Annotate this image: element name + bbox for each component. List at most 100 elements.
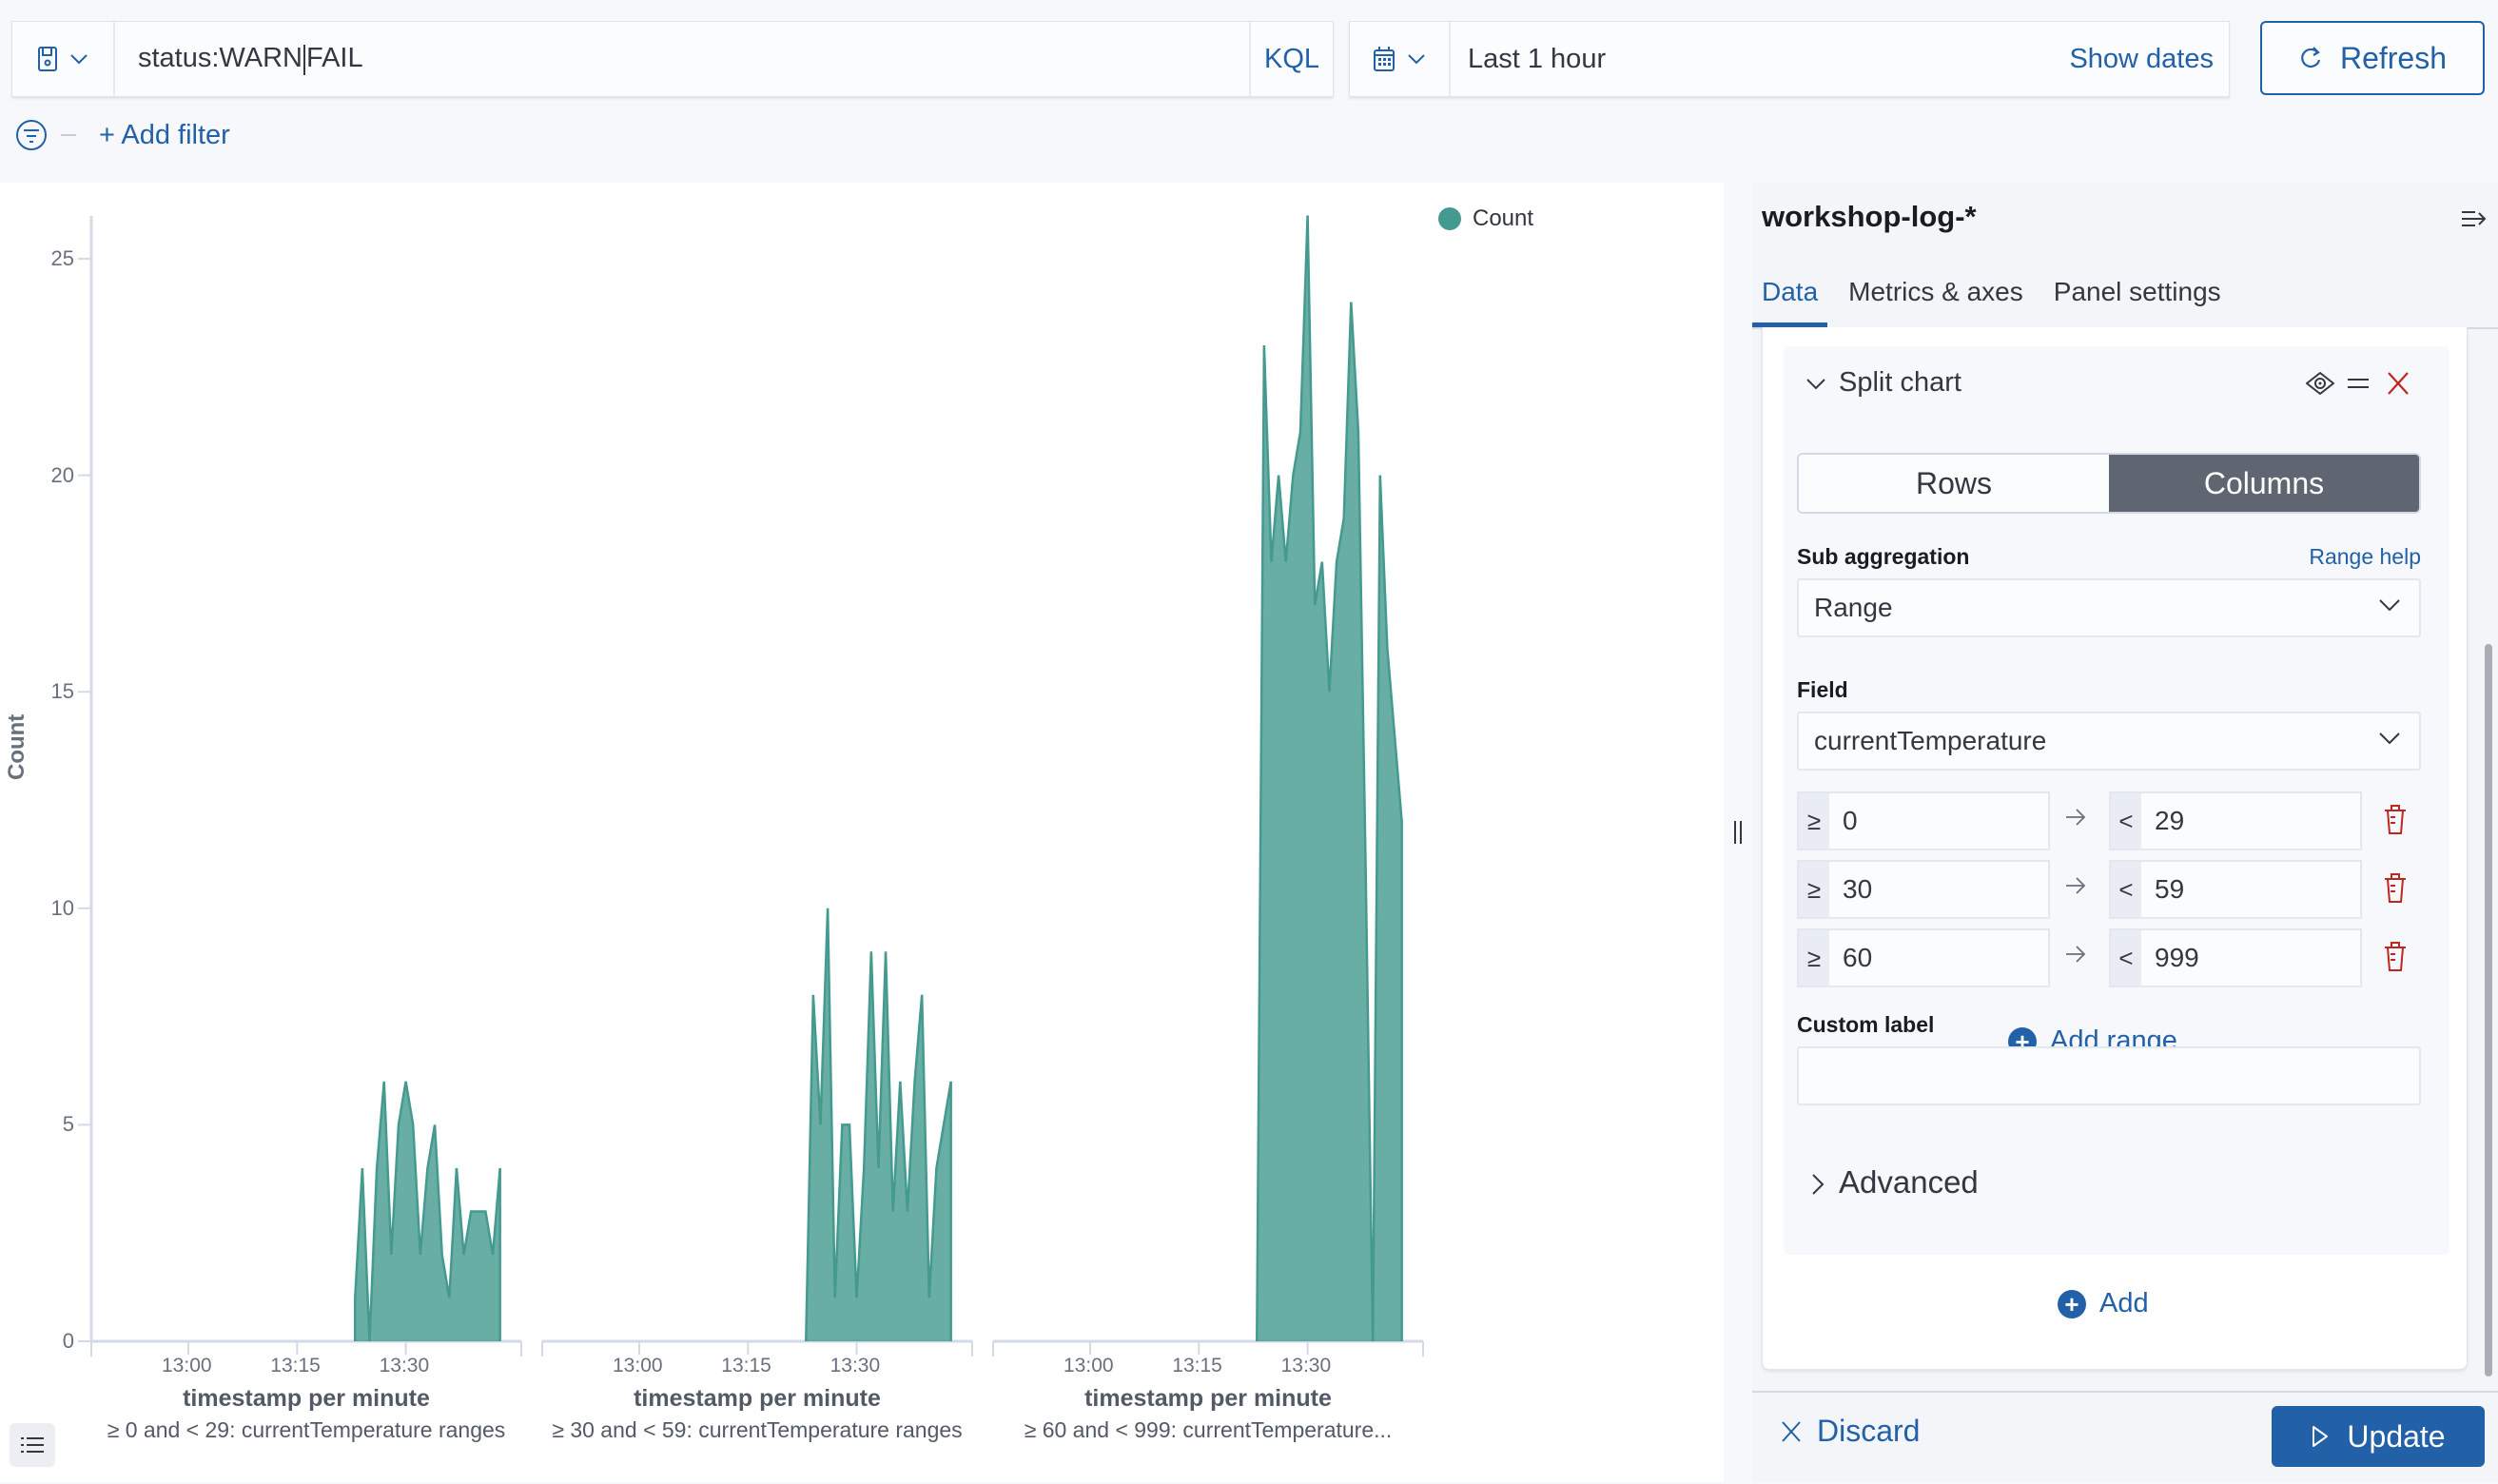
toggle-legend-button[interactable]: [10, 1423, 55, 1467]
from-operator: ≥: [1799, 793, 1829, 849]
x-axis-title: timestamp per minute: [634, 1385, 881, 1413]
field-select[interactable]: currentTemperature: [1797, 712, 2421, 771]
rows-option[interactable]: Rows: [1799, 455, 2109, 512]
grab-icon[interactable]: [2347, 375, 2370, 392]
panel-resize-handle[interactable]: [1724, 183, 1752, 1482]
index-pattern-title: workshop-log-*: [1762, 200, 1977, 234]
update-button[interactable]: Update: [2272, 1406, 2485, 1467]
add-label: Add: [2099, 1288, 2149, 1319]
sub-aggregation-select[interactable]: Range: [1797, 578, 2421, 637]
sidebar-scrollbar[interactable]: [2485, 644, 2492, 1377]
range-to-field[interactable]: <29: [2109, 791, 2362, 850]
split-mode-toggle: Rows Columns: [1797, 453, 2421, 514]
chevron-down-icon: [69, 53, 88, 65]
arrow-right-icon: [2063, 873, 2088, 898]
from-operator: ≥: [1799, 862, 1829, 917]
chevron-right-icon[interactable]: [1810, 1172, 1825, 1197]
arrow-right-icon: [2063, 805, 2088, 830]
chart-legend[interactable]: Count: [1438, 205, 1533, 232]
list-icon: [21, 1435, 44, 1455]
chevron-down-icon[interactable]: [1805, 377, 1827, 392]
legend-color-dot: [1438, 207, 1461, 230]
area-chart: [0, 183, 1724, 1482]
refresh-icon: [2298, 45, 2323, 71]
x-tick-label: 13:15: [270, 1355, 321, 1377]
data-panel: Split chart Rows Columns Sub aggregation…: [1762, 327, 2468, 1370]
discard-button[interactable]: Discard: [1781, 1414, 1920, 1449]
x-tick-label: 13:15: [1172, 1355, 1222, 1377]
y-tick-label: 10: [27, 896, 74, 921]
range-to-value: 29: [2141, 806, 2184, 836]
x-tick-label: 13:30: [830, 1355, 881, 1377]
to-operator: <: [2111, 862, 2141, 917]
calendar-icon: [1373, 46, 1395, 72]
time-range-label[interactable]: Last 1 hour: [1451, 44, 2069, 75]
add-filter-button[interactable]: + Add filter: [99, 120, 230, 151]
x-tick-label: 13:00: [1064, 1355, 1114, 1377]
split-panel-label: ≥ 0 and < 29: currentTemperature ranges: [88, 1417, 525, 1443]
plus-in-circle-icon: +: [2058, 1290, 2086, 1318]
save-icon: [37, 46, 58, 72]
split-panel-label: ≥ 60 and < 999: currentTemperature...: [989, 1417, 1427, 1443]
show-dates-link[interactable]: Show dates: [2069, 44, 2229, 75]
refresh-label: Refresh: [2340, 41, 2447, 76]
arrow-right-icon: [2063, 942, 2088, 967]
cross-icon[interactable]: [2387, 371, 2410, 396]
advanced-toggle[interactable]: Advanced: [1839, 1164, 1979, 1201]
play-icon: [2311, 1424, 2330, 1449]
range-to-value: 59: [2141, 874, 2184, 905]
range-row: ≥30 <59: [1797, 860, 2421, 919]
menu-collapse-icon[interactable]: [2460, 207, 2488, 230]
saved-query-button[interactable]: [12, 22, 115, 96]
to-operator: <: [2111, 930, 2141, 986]
x-tick-label: 13:30: [380, 1355, 430, 1377]
to-operator: <: [2111, 793, 2141, 849]
editor-tabs: Data Metrics & axes Panel settings: [1752, 268, 2498, 329]
range-to-field[interactable]: <999: [2109, 928, 2362, 987]
refresh-button[interactable]: Refresh: [2260, 21, 2485, 95]
range-row: ≥60 <999: [1797, 928, 2421, 987]
range-from-field[interactable]: ≥0: [1797, 791, 2050, 850]
text-cursor: [303, 45, 305, 75]
sidebar-footer: Discard Update: [1752, 1391, 2498, 1484]
range-to-value: 999: [2141, 943, 2199, 973]
range-from-value: 60: [1829, 943, 1872, 973]
y-tick-label: 0: [27, 1329, 74, 1354]
tab-panel-settings[interactable]: Panel settings: [2044, 268, 2231, 327]
query-bar: status:WARNFAIL KQL: [11, 21, 1334, 97]
x-tick-label: 13:00: [613, 1355, 663, 1377]
range-from-value: 0: [1829, 806, 1858, 836]
query-language-button[interactable]: KQL: [1249, 22, 1333, 96]
query-text-after-cursor: FAIL: [306, 43, 363, 73]
quick-menu-button[interactable]: [1350, 22, 1451, 96]
trash-icon[interactable]: [2383, 873, 2408, 904]
eye-icon[interactable]: [2305, 371, 2335, 396]
chevron-down-icon: [2377, 597, 2402, 613]
trash-icon[interactable]: [2383, 942, 2408, 972]
y-tick-label: 20: [27, 463, 74, 488]
tab-data[interactable]: Data: [1752, 268, 1827, 327]
area-series-count: [1257, 215, 1401, 1341]
query-input[interactable]: status:WARNFAIL: [115, 43, 1249, 74]
filter-icon[interactable]: [15, 119, 48, 151]
add-aggregation-button[interactable]: + Add: [2058, 1288, 2149, 1319]
field-label: Field: [1797, 677, 1848, 703]
columns-option[interactable]: Columns: [2109, 455, 2419, 512]
range-from-field[interactable]: ≥60: [1797, 928, 2050, 987]
range-to-field[interactable]: <59: [2109, 860, 2362, 919]
split-chart-title[interactable]: Split chart: [1839, 367, 1961, 399]
x-tick-label: 13:30: [1281, 1355, 1332, 1377]
y-axis-title: Count: [4, 714, 30, 780]
x-tick-label: 13:00: [162, 1355, 212, 1377]
sub-aggregation-value: Range: [1814, 593, 1893, 623]
range-from-value: 30: [1829, 874, 1872, 905]
range-help-link[interactable]: Range help: [2309, 544, 2421, 570]
custom-label-input[interactable]: [1797, 1046, 2421, 1105]
editor-sidebar: workshop-log-* Data Metrics & axes Panel…: [1752, 183, 2498, 1482]
tab-metrics-axes[interactable]: Metrics & axes: [1839, 268, 2033, 327]
trash-icon[interactable]: [2383, 805, 2408, 835]
grab-handle-icon: [1732, 820, 1744, 845]
field-value: currentTemperature: [1814, 726, 2046, 756]
range-from-field[interactable]: ≥30: [1797, 860, 2050, 919]
chevron-down-icon: [1407, 53, 1426, 65]
